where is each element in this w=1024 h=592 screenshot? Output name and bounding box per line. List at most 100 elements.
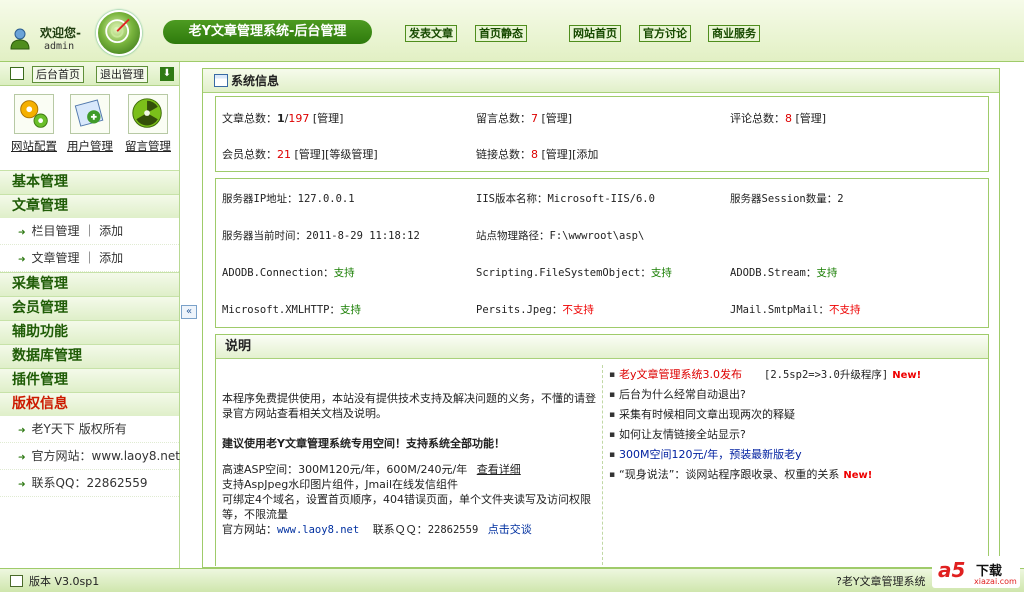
menu-item-category[interactable]: ➜ 栏目管理 ｜ 添加 [0,218,179,245]
description-contact: 官方网站：www.laoy8.net 联系ＱＱ：22862559 点击交谈 [222,523,532,536]
welcome-box: 欢迎您- admin [4,16,96,56]
menu-plugin[interactable]: 插件管理 [0,368,179,392]
version-text: 版本 V3.0sp1 [29,575,100,588]
news-item[interactable]: 老y文章管理系统3.0发布[2.5sp2=>3.0升级程序]New! [609,365,984,385]
system-title: 老Y文章管理系统-后台管理 [163,20,372,44]
description-feature1: 支持AspJpeg水印图片组件，Jmail在线发信组件 [222,478,459,491]
news-item[interactable]: 如何让友情链接全站显示? [609,425,984,445]
gears-icon [14,94,54,134]
nav-static-homepage[interactable]: 首页静态 [475,25,527,42]
server-time: 服务器当前时间：2011-8-29 11:18:12 [222,230,420,242]
component-jmail: JMail.SmtpMail：不支持 [730,304,861,316]
component-adodb-connection: ADODB.Connection：支持 [222,267,355,279]
copyright-owner: ➜ 老Y天下 版权所有 [0,416,179,443]
calendar-icon [10,67,24,80]
member-total: 会员总数：21 [管理][等级管理] [222,148,378,161]
menu-database[interactable]: 数据库管理 [0,344,179,368]
arrow-down-icon[interactable]: ⬇ [160,67,174,81]
quick-site-config[interactable]: 网站配置 [4,94,64,154]
copyright-qq: ➜ 联系QQ：22862559 [0,470,179,497]
quick-message-manage-label: 留言管理 [125,139,171,153]
component-fso: Scripting.FileSystemObject：支持 [476,267,672,279]
stats-panel: 文章总数：1/197 [管理] 留言总数：7 [管理] 评论总数：8 [管理] … [215,96,989,172]
server-ip: 服务器IP地址：127.0.0.1 [222,193,355,205]
session-count: 服务器Session数量：2 [730,193,844,205]
article-manage-link[interactable]: [管理] [313,112,344,125]
message-total: 留言总数：7 [管理] [476,112,573,125]
menu-basic[interactable]: 基本管理 [0,170,179,194]
comment-manage-link[interactable]: [管理] [796,112,827,125]
copyright-website[interactable]: ➜ 官方网站：www.laoy8.net [0,443,180,470]
quick-site-config-label: 网站配置 [11,139,57,153]
arrow-right-icon: ➜ [18,228,26,238]
nav-official-forum[interactable]: 官方讨论 [639,25,691,42]
collapse-sidebar-icon[interactable]: « [181,305,197,319]
radiation-icon [128,94,168,134]
component-persits-jpeg: Persits.Jpeg：不支持 [476,304,594,316]
description-hosting: 高速ASP空间：300M120元/年，600M/240元/年 查看详细 [222,463,521,476]
watermark-logo: a5 下载 xiazai.com [932,556,1020,588]
welcome-username: admin [44,41,75,52]
footer: 版本 V3.0sp1 ?老Y文章管理系统 [0,568,1024,592]
description-recommend: 建议使用老Y文章管理系统专用空间！支持系统全部功能！ [222,437,505,450]
menu-auxiliary[interactable]: 辅助功能 [0,320,179,344]
description-intro: 本程序免费提供使用，本站没有提供技术支持及解决问题的义务，不懂的请登录官方网站查… [222,392,596,420]
description-panel: 说明 本程序免费提供使用，本站没有提供技术支持及解决问题的义务，不懂的请登录官方… [215,334,989,566]
logo-icon [96,10,142,56]
hosting-detail-link[interactable]: 查看详细 [477,463,521,476]
menu-copyright[interactable]: 版权信息 [0,392,179,416]
nav-publish-article[interactable]: 发表文章 [405,25,457,42]
help-link[interactable]: ?老Y文章管理系统 [836,573,926,589]
official-site-link[interactable]: www.laoy8.net [277,524,359,536]
site-path: 站点物理路径：F:\wwwroot\asp\ [476,230,645,242]
quick-links: 网站配置 用户管理 留言管理 [0,86,179,170]
quick-message-manage[interactable]: 留言管理 [118,94,178,154]
quick-user-manage[interactable]: 用户管理 [60,94,120,154]
component-adodb-stream: ADODB.Stream：支持 [730,267,838,279]
link-total: 链接总数：8 [管理][添加 [476,148,599,161]
news-item[interactable]: “现身说法”：谈网站程序跟收录、权重的关系New! [609,465,984,485]
top-header: 欢迎您- admin 老Y文章管理系统-后台管理 发表文章 首页静态 网站首页 … [0,0,1024,62]
component-xmlhttp: Microsoft.XMLHTTP：支持 [222,304,361,316]
sidebar-toolbar: 后台首页 退出管理 ⬇ [0,62,179,86]
arrow-right-icon: ➜ [18,480,26,490]
monitor-icon [10,575,23,587]
arrow-right-icon: ➜ [18,453,26,463]
menu-collect[interactable]: 采集管理 [0,272,179,296]
main-content: 系统信息 文章总数：1/197 [管理] 留言总数：7 [管理] 评论总数：8 … [202,68,1000,568]
chat-link[interactable]: 点击交谈 [488,523,532,536]
news-list: 老y文章管理系统3.0发布[2.5sp2=>3.0升级程序]New! 后台为什么… [609,365,984,485]
user-icon [10,28,30,50]
server-panel: 服务器IP地址：127.0.0.1 IIS版本名称：Microsoft-IIS/… [215,178,989,328]
news-item[interactable]: 后台为什么经常自动退出? [609,385,984,405]
system-info-title: 系统信息 [203,69,999,93]
comment-total: 评论总数：8 [管理] [730,112,827,125]
message-manage-link[interactable]: [管理] [542,112,573,125]
news-item[interactable]: 300M空间120元/年，预装最新版老y [609,445,984,465]
article-total: 文章总数：1/197 [管理] [222,112,344,125]
sidebar: 后台首页 退出管理 ⬇ 网站配置 用户管理 留言管理 基本管理 文章管理 ➜ 栏… [0,62,180,568]
description-divider [602,365,603,565]
menu-item-article[interactable]: ➜ 文章管理 ｜ 添加 [0,245,179,272]
watermark-url: xiazai.com [974,577,1017,586]
description-heading: 说明 [216,335,988,359]
arrow-right-icon: ➜ [18,426,26,436]
welcome-text: 欢迎您- [40,26,81,40]
description-feature2: 可绑定4个域名，设置首页顺序，404错误页面，单个文件夹读写及访问权限等，不限流… [222,493,591,521]
logout-button[interactable]: 退出管理 [96,66,148,83]
user-card-icon [70,94,110,134]
nav-business-service[interactable]: 商业服务 [708,25,760,42]
quick-user-manage-label: 用户管理 [67,139,113,153]
menu-article[interactable]: 文章管理 [0,194,179,218]
member-manage-link[interactable]: [管理][等级管理] [295,148,378,161]
admin-home-button[interactable]: 后台首页 [32,66,84,83]
link-manage-link[interactable]: [管理][添加 [542,148,599,161]
table-icon [214,74,228,87]
nav-site-home[interactable]: 网站首页 [569,25,621,42]
menu-member[interactable]: 会员管理 [0,296,179,320]
arrow-right-icon: ➜ [18,255,26,265]
description-left: 本程序免费提供使用，本站没有提供技术支持及解决问题的义务，不懂的请登录官方网站查… [222,365,602,538]
watermark-a5: a5 [938,558,966,582]
news-item[interactable]: 采集有时候相同文章出现两次的释疑 [609,405,984,425]
iis-version: IIS版本名称：Microsoft-IIS/6.0 [476,193,655,205]
